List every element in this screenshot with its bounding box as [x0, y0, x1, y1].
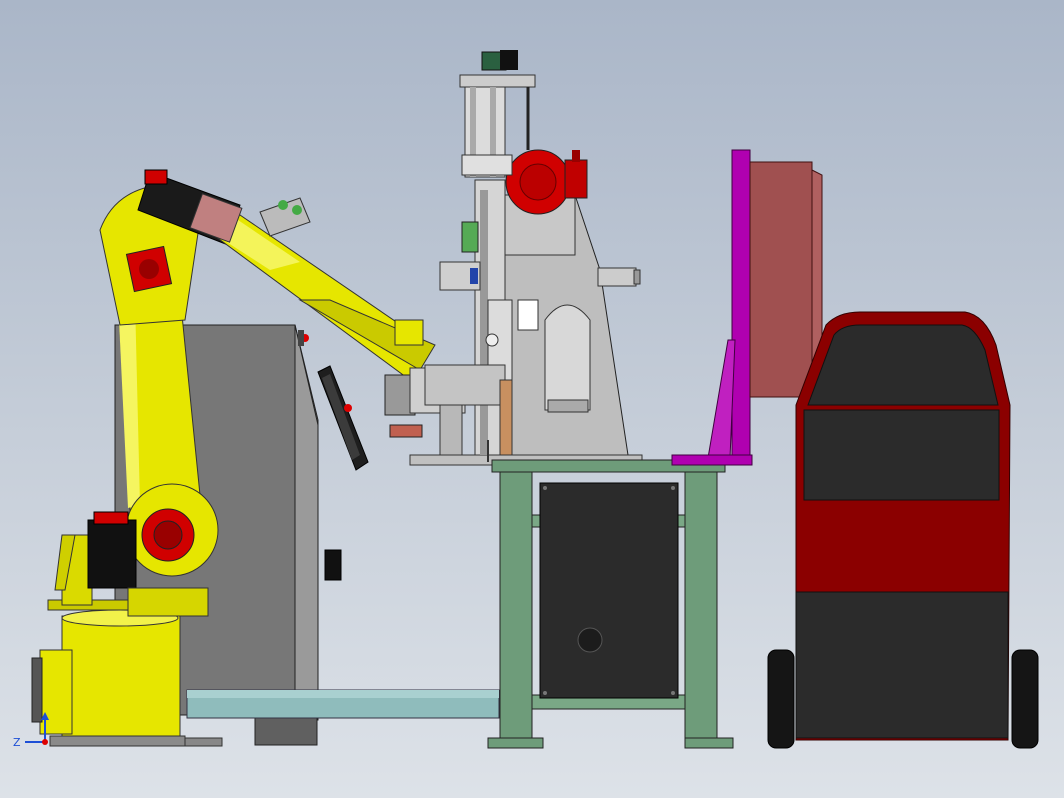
robot-workcell-drawing: Z — [13, 50, 1039, 749]
valve-block — [259, 197, 311, 237]
magenta-fixture — [671, 149, 753, 466]
z-axis-label: Z — [13, 736, 21, 749]
press-table — [487, 459, 734, 749]
robot-shoulder — [99, 169, 241, 326]
transport-cart — [767, 311, 1039, 749]
cad-viewport[interactable]: Z — [0, 0, 1064, 798]
floor-rail — [184, 689, 500, 747]
rose-panel — [749, 161, 823, 399]
